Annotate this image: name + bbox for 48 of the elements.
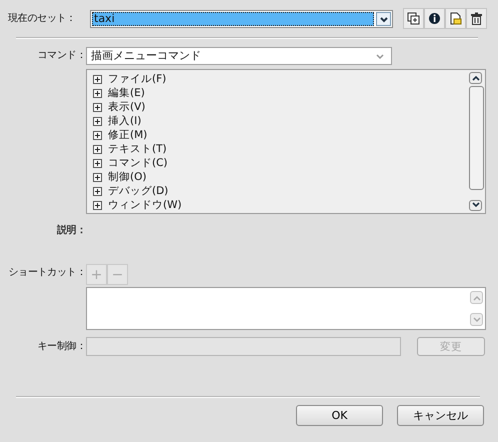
expand-icon[interactable] (93, 200, 102, 210)
trash-icon (470, 12, 483, 25)
chevron-down-icon (378, 14, 388, 24)
chevron-up-icon (472, 74, 480, 81)
tree-item[interactable]: 修正(M) (108, 128, 148, 142)
scroll-up-button[interactable] (469, 72, 482, 84)
tree-item[interactable]: 編集(E) (108, 86, 145, 100)
chevron-down-icon (472, 316, 480, 322)
ok-button[interactable]: OK (296, 405, 383, 426)
info-icon (428, 12, 441, 25)
scroll-thumb[interactable] (469, 86, 484, 190)
dropdown-button[interactable] (376, 12, 391, 26)
scroll-down-button[interactable] (469, 200, 482, 211)
expand-icon[interactable] (93, 186, 102, 196)
tree-item[interactable]: 表示(V) (108, 100, 146, 114)
tree-item[interactable]: デバッグ(D) (108, 184, 168, 198)
tree-item[interactable]: 制御(O) (108, 170, 146, 184)
command-label: コマンド： (36, 49, 86, 63)
description-label: 説明： (56, 224, 86, 238)
chevron-up-icon (472, 294, 480, 300)
toolbar-button[interactable] (403, 8, 424, 29)
toolbar-button[interactable] (424, 8, 445, 29)
set-dropdown[interactable]: taxi (90, 10, 393, 28)
expand-icon[interactable] (93, 88, 102, 98)
toolbar-button[interactable] (445, 8, 466, 29)
chevron-down-icon (472, 202, 480, 208)
expand-icon[interactable] (93, 158, 102, 168)
tree-item[interactable]: ウィンドウ(W) (108, 198, 182, 212)
tree-item[interactable]: 挿入(I) (108, 114, 142, 128)
document-icon (449, 12, 462, 25)
cancel-button[interactable]: キャンセル (397, 405, 484, 426)
toolbar-button[interactable] (466, 8, 487, 29)
tree-item[interactable]: コマンド(C) (108, 156, 168, 170)
tree-item[interactable]: テキスト(T) (108, 142, 167, 156)
duplicate-icon (407, 12, 420, 25)
shortcut-label: ショートカット： (7, 266, 86, 280)
expand-icon[interactable] (93, 116, 102, 126)
tree-item[interactable]: ファイル(F) (108, 72, 166, 86)
expand-icon[interactable] (93, 144, 102, 154)
command-dropdown[interactable]: 描画メニューコマンド (86, 47, 392, 65)
set-label: 現在のセット： (7, 12, 77, 26)
chevron-down-icon (375, 52, 385, 60)
expand-icon[interactable] (93, 74, 102, 84)
expand-icon[interactable] (93, 130, 102, 140)
expand-icon[interactable] (93, 172, 102, 182)
key-control-label: キー制御： (36, 340, 86, 354)
set-value: taxi (92, 12, 374, 26)
expand-icon[interactable] (93, 102, 102, 112)
